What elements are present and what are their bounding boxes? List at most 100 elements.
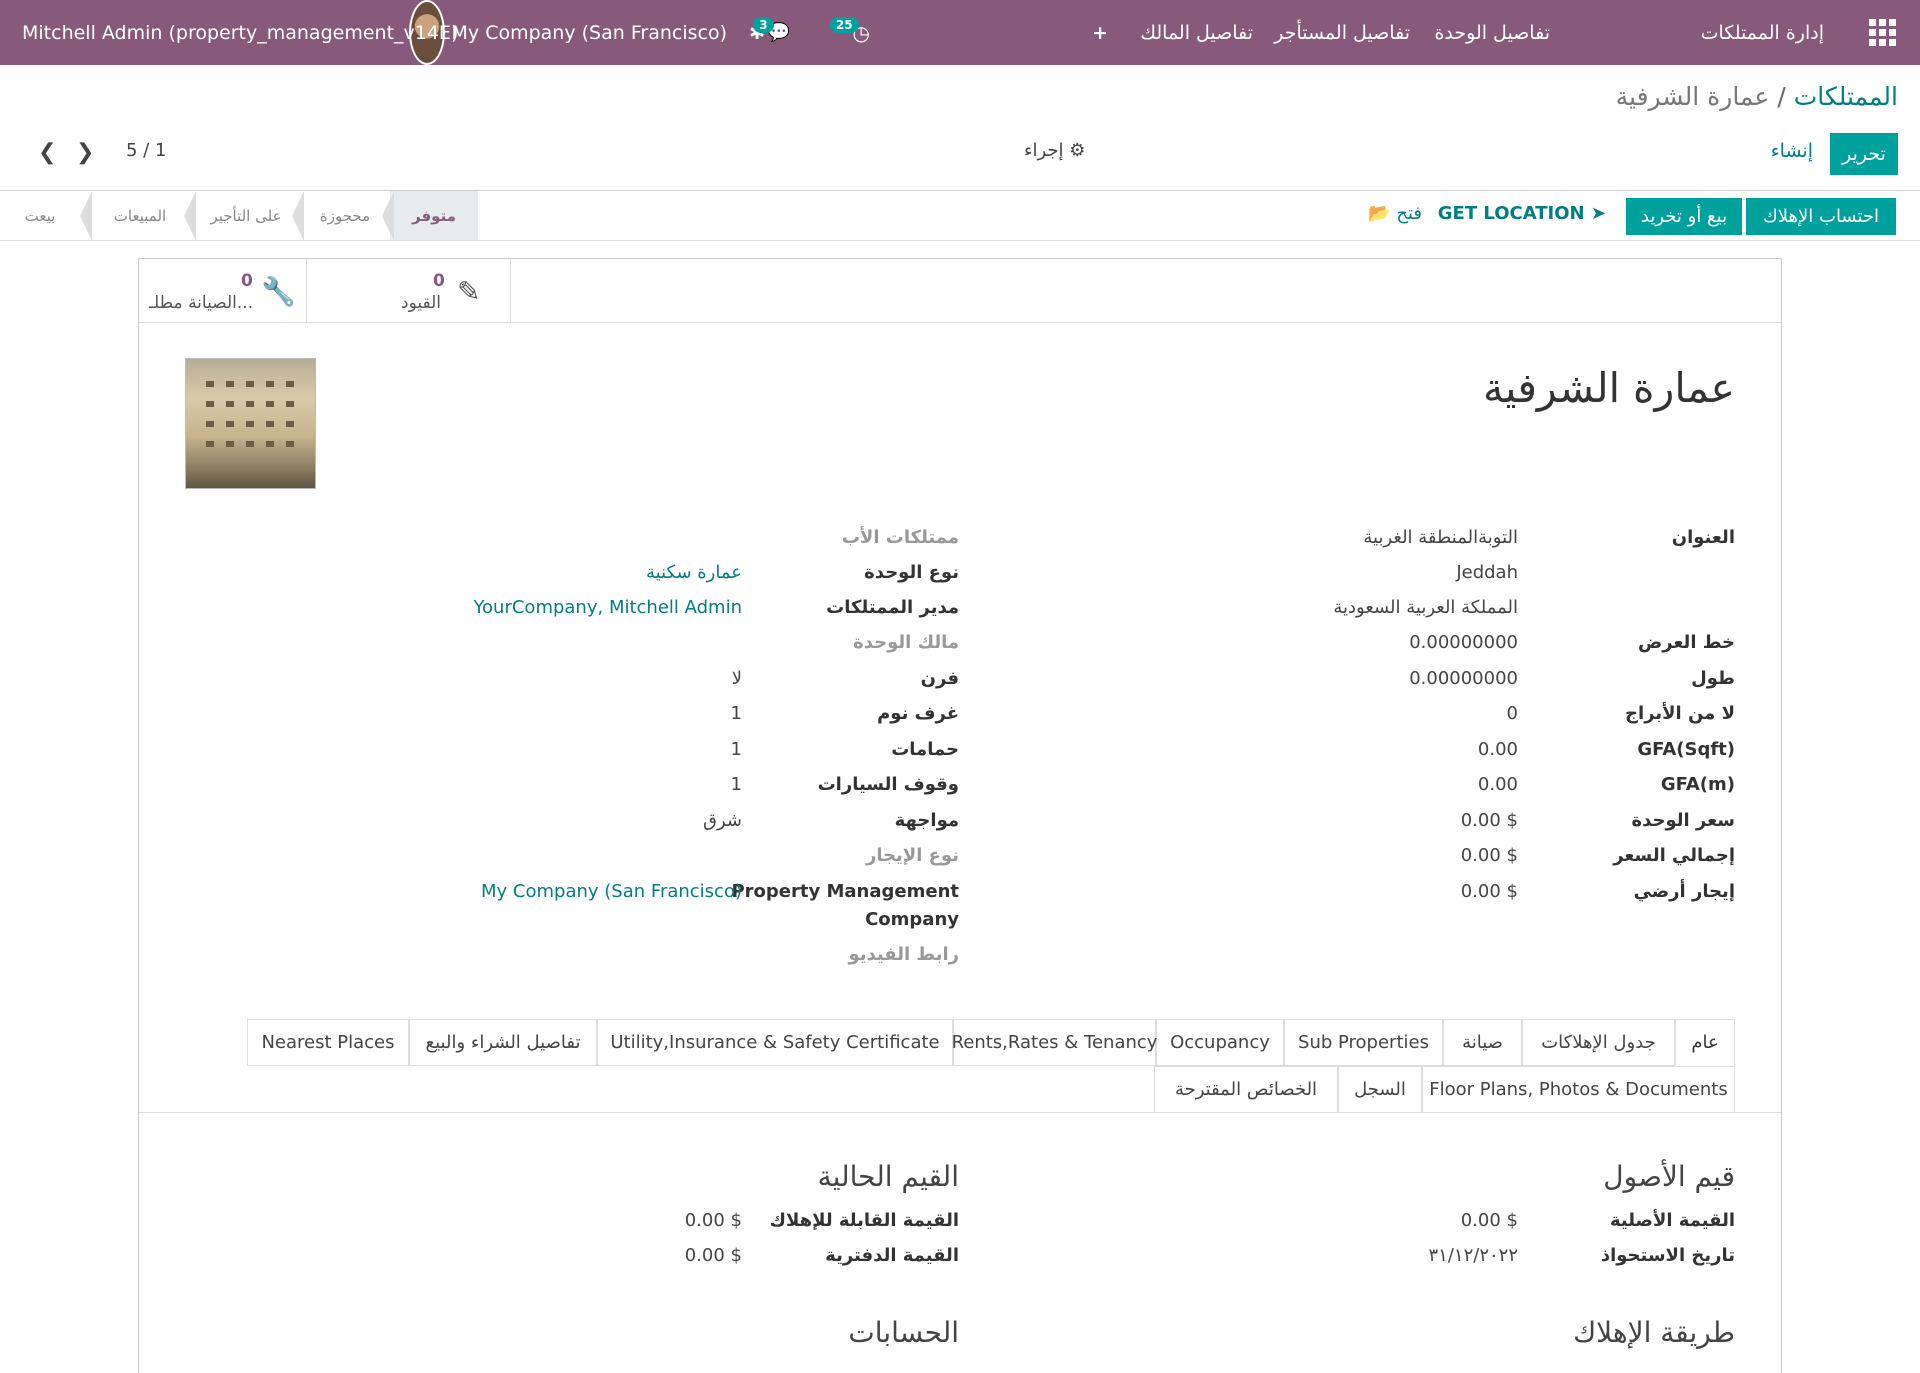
field-value-book-value[interactable]: 0.00 $ (685, 1245, 742, 1266)
field-label-parent-property: ممتلكات الأب (841, 527, 959, 548)
field-value-unit-price[interactable]: 0.00 $ (1461, 810, 1518, 831)
record-title[interactable]: عمارة الشرفية (1483, 364, 1735, 412)
field-value-property-manager[interactable]: YourCompany, Mitchell Admin (473, 597, 742, 618)
field-label-unit-type: نوع الوحدة (864, 562, 959, 583)
section-accounts: الحسابات (848, 1316, 959, 1349)
field-value-pm-company[interactable]: My Company (San Francisco) (481, 881, 742, 902)
field-value-acquisition-date[interactable]: ٣١/١٢/٢٠٢٢ (1429, 1245, 1518, 1266)
entries-count: 0 (433, 271, 445, 291)
menu-owner-details[interactable]: تفاصيل المالك (1140, 0, 1253, 65)
pager-previous-chevron-icon[interactable]: ❮ (38, 140, 56, 165)
field-label-latitude: خط العرض (1637, 632, 1735, 653)
create-button[interactable]: إنشاء (1771, 140, 1813, 162)
field-label-video-url: رابط الفيديو (848, 944, 959, 965)
compute-depreciation-button[interactable]: احتساب الإهلاك (1746, 198, 1896, 235)
field-value-gfa-m[interactable]: 0.00 (1478, 774, 1518, 795)
get-location-label: GET LOCATION (1437, 203, 1585, 224)
edit-button[interactable]: تحرير (1830, 133, 1898, 175)
activities-menu[interactable]: 25 ◷ (829, 0, 870, 65)
field-value-ground-rent[interactable]: 0.00 $ (1461, 881, 1518, 902)
tab-floor-plans[interactable]: Floor Plans, Photos & Documents (1422, 1066, 1735, 1113)
tab-maintenance[interactable]: صيانة (1443, 1019, 1522, 1066)
stage-reserved[interactable]: محجوزة (300, 191, 390, 240)
tabs-divider (139, 1112, 1781, 1113)
field-label-furnace: فرن (920, 668, 959, 689)
stage-arrow-separator (382, 191, 402, 241)
stage-arrow-separator (80, 191, 100, 241)
tab-occupancy[interactable]: Occupancy (1156, 1019, 1284, 1066)
messages-menu[interactable]: 3 💬 (753, 0, 790, 65)
stage-available[interactable]: متوفر (390, 191, 478, 240)
apps-grid-icon[interactable] (1862, 0, 1902, 65)
stage-sales[interactable]: المبيعات (88, 191, 192, 240)
app-brand[interactable]: إدارة الممتلكات (1701, 0, 1824, 65)
get-location-button[interactable]: GET LOCATION ➤ (1438, 203, 1606, 224)
field-value-total-price[interactable]: 0.00 $ (1461, 845, 1518, 866)
sell-or-dispose-button[interactable]: بيع أو تخريد (1626, 198, 1742, 235)
field-value-towers[interactable]: 0 (1507, 703, 1518, 724)
field-value-bedrooms[interactable]: 1 (731, 703, 742, 724)
location-arrow-icon: ➤ (1590, 203, 1606, 224)
user-menu[interactable]: Mitchell Admin (property_management_v14E… (22, 0, 458, 65)
pager-value[interactable]: 5 / 1 (126, 140, 166, 161)
tab-sub-properties[interactable]: Sub Properties (1284, 1019, 1443, 1066)
top-navbar: إدارة الممتلكات تفاصيل الوحدة تفاصيل الم… (0, 0, 1920, 65)
field-value-street[interactable]: التوبةالمنطقة الغربية (1363, 527, 1518, 548)
gear-icon: ⚙ (1069, 140, 1086, 161)
breadcrumb-properties[interactable]: الممتلكات (1794, 82, 1898, 111)
stage-on-lease[interactable]: على التأجير (192, 191, 300, 240)
field-label-towers: لا من الأبراج (1625, 703, 1735, 724)
field-value-latitude[interactable]: 0.00000000 (1409, 632, 1518, 653)
tab-history[interactable]: السجل (1338, 1066, 1422, 1113)
menu-unit-details[interactable]: تفاصيل الوحدة (1434, 0, 1550, 65)
pager-next-chevron-icon[interactable]: ❯ (76, 140, 94, 165)
field-value-furnace[interactable]: لا (732, 668, 742, 689)
message-count-badge: 3 (753, 16, 774, 33)
field-label-pm-company-line2: Company (865, 909, 959, 930)
smart-buttons-row: 🔧 0 الصيانة مطلـ... ✎ 0 القيود (139, 259, 1781, 323)
tab-nearest-places[interactable]: Nearest Places (247, 1019, 409, 1066)
tab-suggested-features[interactable]: الخصائص المقترحة (1154, 1066, 1338, 1113)
company-switcher[interactable]: My Company (San Francisco) (452, 0, 727, 65)
tab-general[interactable]: عام (1675, 1019, 1735, 1066)
field-label-depreciable-value: القيمة القابلة للإهلاك (769, 1210, 959, 1231)
field-value-country[interactable]: المملكة العربية السعودية (1333, 597, 1518, 618)
open-button[interactable]: 📂 فتح (1368, 203, 1422, 224)
maintenance-label: الصيانة مطلـ... (149, 293, 254, 313)
field-value-unit-type[interactable]: عمارة سكنية (646, 562, 742, 583)
open-label: فتح (1396, 203, 1422, 224)
field-value-original-value[interactable]: 0.00 $ (1461, 1210, 1518, 1231)
field-value-parking[interactable]: 1 (731, 774, 742, 795)
stage-arrow-separator (292, 191, 312, 241)
field-label-gfa-sqft: GFA(Sqft) (1637, 739, 1735, 760)
section-asset-values: قيم الأصول (1603, 1160, 1735, 1193)
field-value-facing[interactable]: شرق (703, 810, 742, 831)
breadcrumb-current: عمارة الشرفية (1615, 82, 1770, 111)
field-value-longitude[interactable]: 0.00000000 (1409, 668, 1518, 689)
action-dropdown[interactable]: إجراء ⚙ (1024, 140, 1085, 161)
stage-arrow-separator (184, 191, 204, 241)
action-label: إجراء (1024, 140, 1064, 161)
menu-tenant-details[interactable]: تفاصيل المستأجر (1274, 0, 1410, 65)
field-value-bathrooms[interactable]: 1 (731, 739, 742, 760)
property-photo[interactable] (185, 358, 316, 489)
entries-smart-button[interactable]: ✎ 0 القيود (307, 259, 511, 322)
field-label-pm-company: Property Management (731, 881, 959, 902)
field-value-gfa-sqft[interactable]: 0.00 (1478, 739, 1518, 760)
wrench-icon: 🔧 (261, 275, 296, 308)
quick-create-icon[interactable]: + (1092, 0, 1108, 65)
breadcrumb-separator: / (1777, 82, 1786, 111)
maintenance-smart-button[interactable]: 🔧 0 الصيانة مطلـ... (139, 259, 307, 322)
tab-purchase-sale[interactable]: تفاصيل الشراء والبيع (409, 1019, 597, 1066)
field-label-facing: مواجهة (894, 810, 959, 831)
field-value-depreciable-value[interactable]: 0.00 $ (685, 1210, 742, 1231)
field-value-city[interactable]: Jeddah (1456, 562, 1518, 583)
field-label-bedrooms: غرف نوم (877, 703, 959, 724)
stage-sold[interactable]: بيعت (0, 191, 80, 240)
tab-depreciation-board[interactable]: جدول الإهلاكات (1522, 1019, 1675, 1066)
field-label-unit-price: سعر الوحدة (1631, 810, 1735, 831)
pencil-icon: ✎ (457, 275, 481, 308)
section-current-values: القيم الحالية (817, 1160, 959, 1193)
tab-rents-rates-tenancy[interactable]: Rents,Rates & Tenancy (952, 1019, 1157, 1066)
tab-utility-insurance[interactable]: Utility,Insurance & Safety Certificate (597, 1019, 953, 1066)
